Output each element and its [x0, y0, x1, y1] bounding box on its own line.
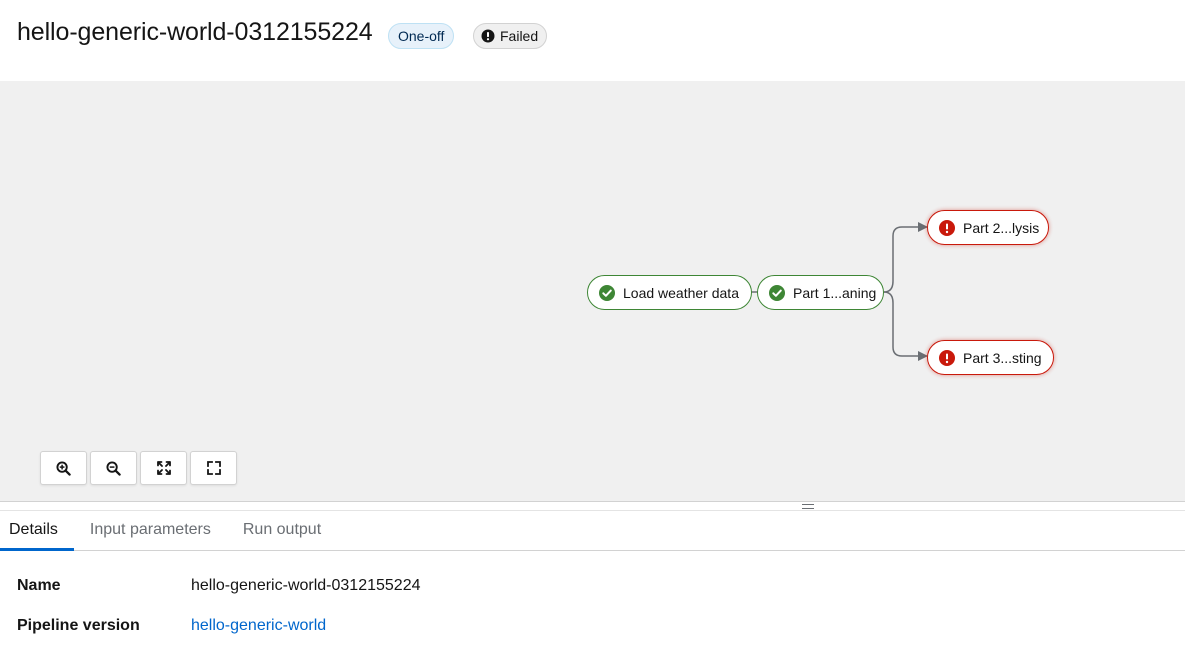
- pipeline-node-part-1[interactable]: Part 1...aning: [757, 275, 884, 310]
- check-circle-icon: [769, 284, 785, 301]
- reset-view-button[interactable]: [190, 451, 237, 485]
- fit-to-screen-icon: [156, 461, 171, 475]
- status-badge: Failed: [473, 23, 548, 49]
- pipeline-node-part-2[interactable]: Part 2...lysis: [927, 210, 1049, 245]
- edge-part1-to-part3: [883, 291, 928, 361]
- tab-run-output[interactable]: Run output: [227, 511, 337, 550]
- zoom-out-icon: [106, 460, 121, 476]
- exclamation-circle-icon: [939, 219, 955, 236]
- node-label: Part 2...lysis: [963, 219, 1040, 236]
- zoom-controls: [40, 451, 237, 485]
- status-badge-label: Failed: [500, 28, 539, 44]
- expand-icon: [206, 461, 221, 475]
- pipeline-node-load-weather-data[interactable]: Load weather data: [587, 275, 752, 310]
- run-type-badge: One-off: [388, 23, 455, 49]
- detail-label-name: Name: [17, 577, 61, 594]
- detail-label-pipeline-version: Pipeline version: [17, 617, 140, 634]
- pipeline-version-link[interactable]: hello-generic-world: [191, 615, 326, 637]
- edge-part1-to-part2: [883, 222, 928, 293]
- panel-resize-handle[interactable]: [0, 501, 1185, 511]
- page-header: hello-generic-world-0312155224 One-off F…: [0, 0, 1185, 81]
- exclamation-circle-icon: [481, 29, 495, 43]
- check-circle-icon: [599, 284, 615, 301]
- exclamation-circle-icon: [939, 349, 955, 366]
- details-tabs: Details Input parameters Run output: [0, 511, 1185, 551]
- zoom-in-button[interactable]: [40, 451, 87, 485]
- node-label: Part 1...aning: [793, 284, 877, 301]
- fit-to-screen-button[interactable]: [140, 451, 187, 485]
- detail-value-name: hello-generic-world-0312155224: [191, 577, 421, 594]
- pipeline-node-part-3[interactable]: Part 3...sting: [927, 340, 1054, 375]
- zoom-out-button[interactable]: [90, 451, 137, 485]
- tab-input-parameters[interactable]: Input parameters: [74, 511, 227, 550]
- tab-details[interactable]: Details: [0, 511, 74, 551]
- node-label: Load weather data: [623, 284, 739, 301]
- drag-handle-icon: [802, 504, 814, 509]
- node-label: Part 3...sting: [963, 349, 1042, 366]
- pipeline-graph-canvas[interactable]: Load weather data Part 1...aning Part 2.…: [0, 81, 1185, 501]
- page-title: hello-generic-world-0312155224: [17, 18, 373, 46]
- zoom-in-icon: [56, 460, 71, 476]
